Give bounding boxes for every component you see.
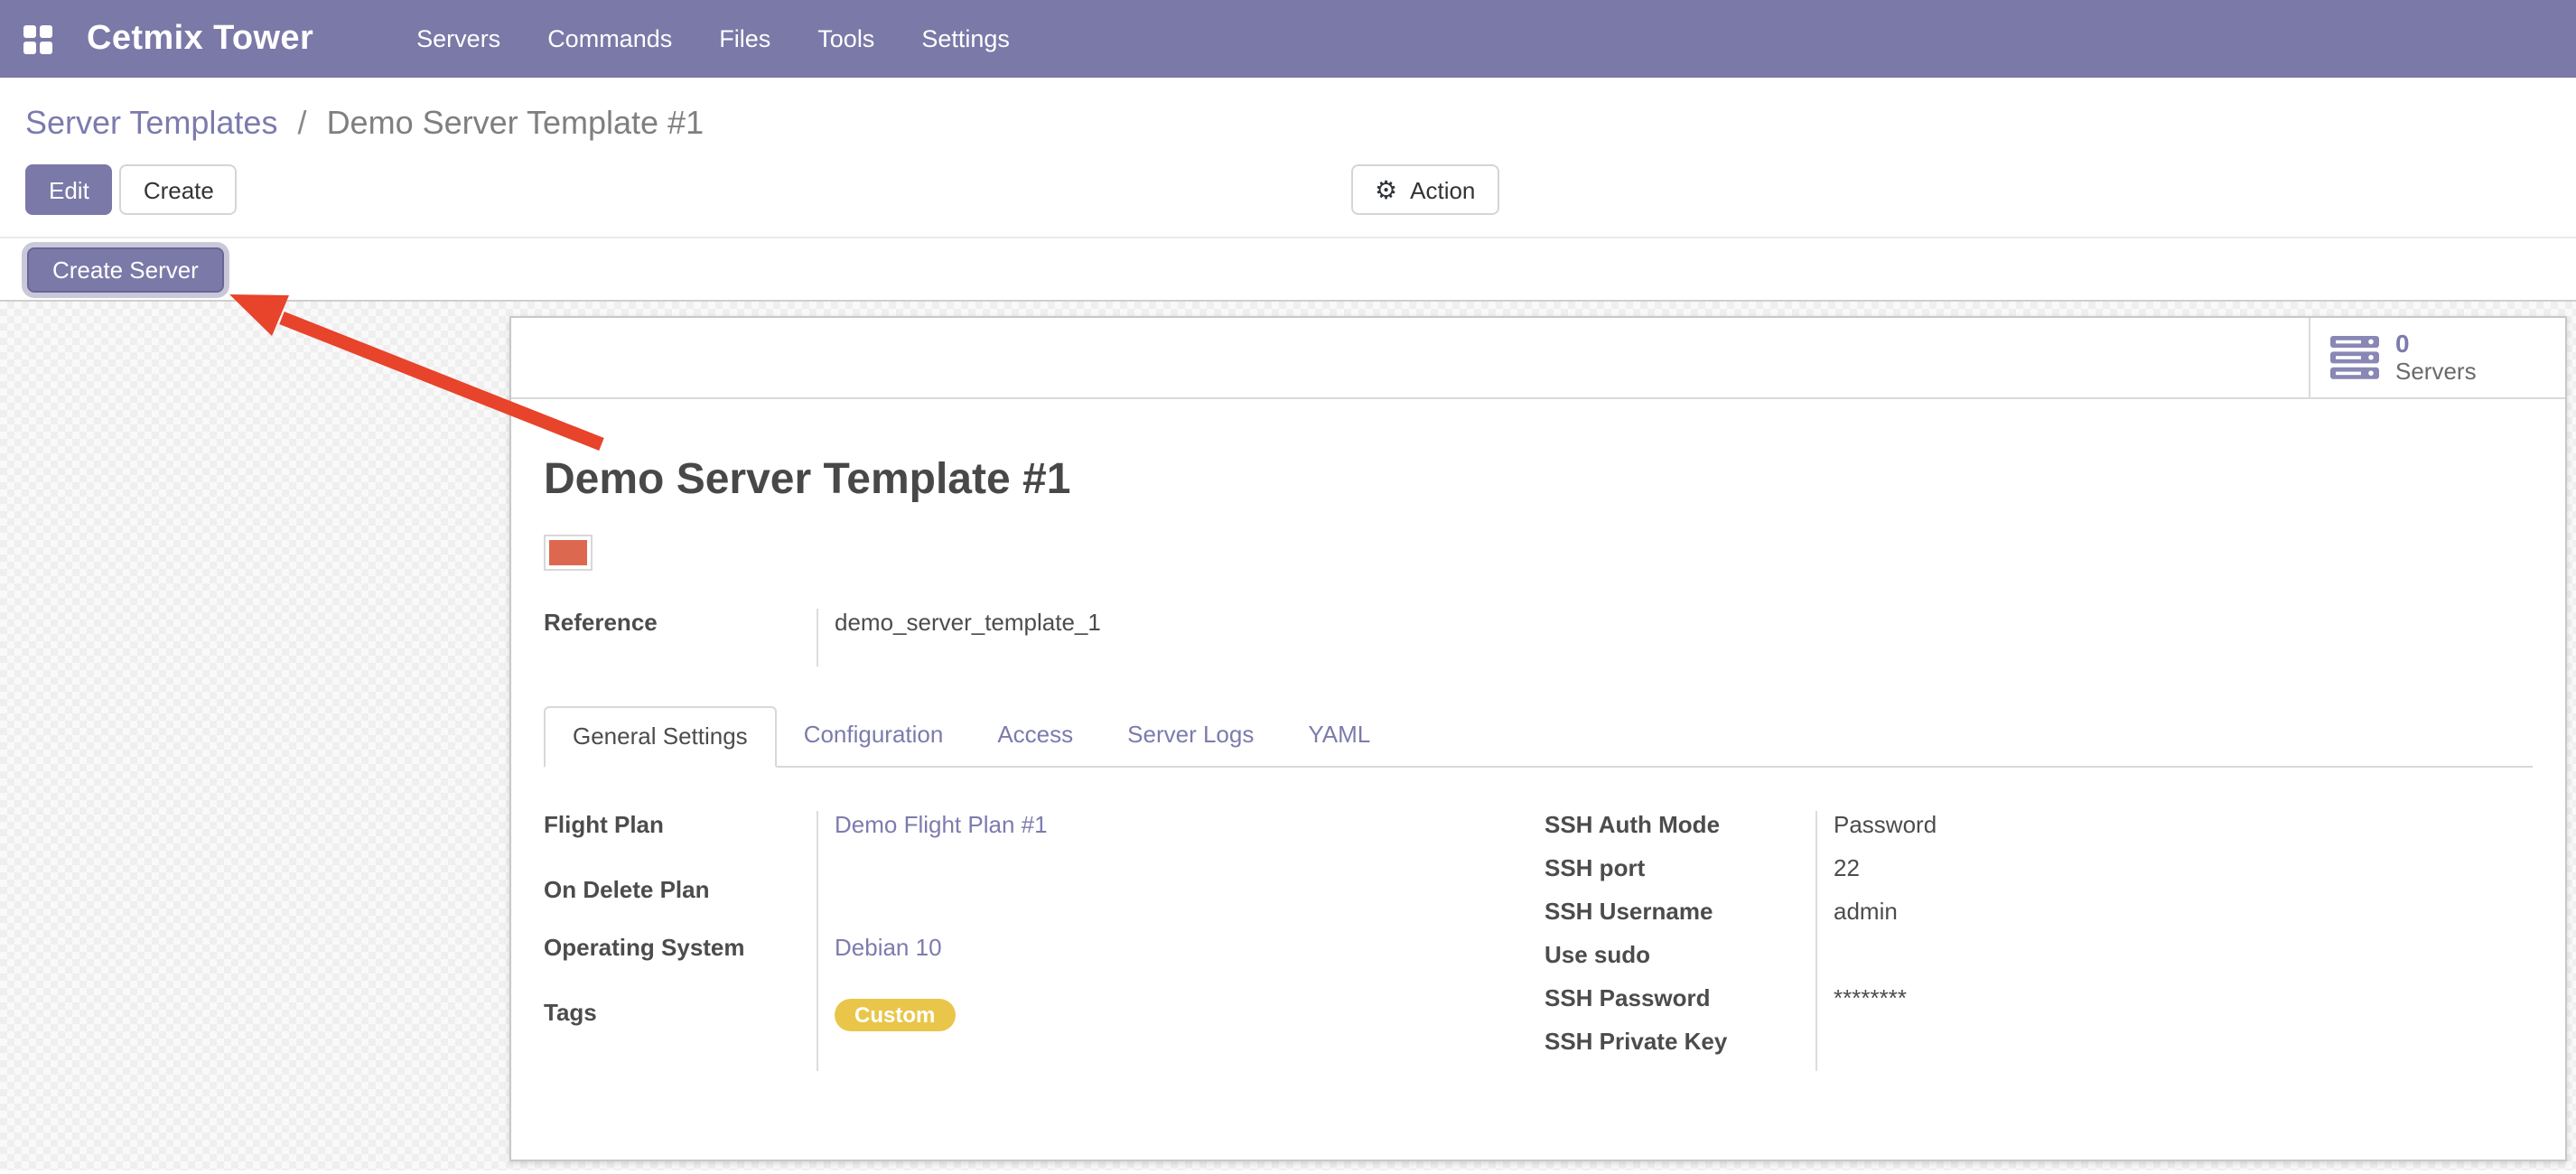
ssh-username-label: SSH Username <box>1545 898 1815 941</box>
stat-label: Servers <box>2395 358 2477 385</box>
use-sudo-value <box>1815 941 2533 984</box>
breadcrumb-current: Demo Server Template #1 <box>327 105 705 141</box>
stat-value: 0 <box>2395 331 2477 358</box>
stat-text: 0 Servers <box>2395 331 2477 385</box>
reference-field-group: Reference demo_server_template_1 <box>544 609 2533 666</box>
ssh-auth-mode-label: SSH Auth Mode <box>1545 811 1815 854</box>
ssh-port-value: 22 <box>1815 854 2533 898</box>
field-groups: Flight Plan Demo Flight Plan #1 On Delet… <box>544 811 2533 1071</box>
servers-icon <box>2330 336 2379 379</box>
on-delete-plan-value <box>817 876 1545 934</box>
apps-menu-icon[interactable] <box>23 24 52 53</box>
flight-plan-label: Flight Plan <box>544 811 817 876</box>
menu-item-commands[interactable]: Commands <box>524 0 695 78</box>
create-button[interactable]: Create <box>120 164 238 215</box>
reference-label: Reference <box>544 609 817 666</box>
left-field-group: Flight Plan Demo Flight Plan #1 On Delet… <box>544 811 1545 1071</box>
flight-plan-value-link[interactable]: Demo Flight Plan #1 <box>835 811 1048 838</box>
tab-server-logs[interactable]: Server Logs <box>1100 706 1281 766</box>
edit-button[interactable]: Edit <box>25 164 113 215</box>
ssh-private-key-label: SSH Private Key <box>1545 1028 1815 1071</box>
action-button-label: Action <box>1410 176 1475 203</box>
breadcrumb: Server Templates / Demo Server Template … <box>25 105 704 143</box>
menu-item-tools[interactable]: Tools <box>794 0 898 78</box>
stat-button-box: 0 Servers <box>511 318 2565 399</box>
tab-configuration[interactable]: Configuration <box>777 706 971 766</box>
action-button[interactable]: ⚙ Action <box>1351 164 1498 215</box>
tab-general-settings[interactable]: General Settings <box>544 706 777 768</box>
edit-create-group: Edit Create <box>25 164 238 215</box>
operating-system-label: Operating System <box>544 934 817 999</box>
record-sheet: 0 Servers Demo Server Template #1 Refere… <box>509 316 2567 1161</box>
tags-label: Tags <box>544 999 817 1071</box>
top-navbar: Cetmix Tower Servers Commands Files Tool… <box>0 0 2576 78</box>
ssh-username-value: admin <box>1815 898 2533 941</box>
create-server-button[interactable]: Create Server <box>27 247 224 292</box>
main-menu: Servers Commands Files Tools Settings <box>393 0 1033 78</box>
ssh-password-value: ******** <box>1815 984 2533 1028</box>
ssh-private-key-value <box>1815 1028 2533 1071</box>
brand-title: Cetmix Tower <box>87 19 313 59</box>
form-view-background: 0 Servers Demo Server Template #1 Refere… <box>0 302 2576 1170</box>
gear-icon: ⚙ <box>1375 177 1397 202</box>
servers-stat-button[interactable]: 0 Servers <box>2309 318 2565 397</box>
reference-value: demo_server_template_1 <box>817 609 2533 666</box>
breadcrumb-parent-link[interactable]: Server Templates <box>25 105 277 141</box>
control-panel: Server Templates / Demo Server Template … <box>0 78 2576 237</box>
record-title: Demo Server Template #1 <box>544 455 2533 506</box>
ssh-port-label: SSH port <box>1545 854 1815 898</box>
operating-system-value-link[interactable]: Debian 10 <box>835 934 942 961</box>
ssh-password-label: SSH Password <box>1545 984 1815 1028</box>
tab-access[interactable]: Access <box>970 706 1100 766</box>
use-sudo-label: Use sudo <box>1545 941 1815 984</box>
tab-yaml[interactable]: YAML <box>1281 706 1397 766</box>
tag-custom-badge[interactable]: Custom <box>835 999 955 1031</box>
object-buttons-toolbar: Create Server <box>0 237 2576 302</box>
menu-item-files[interactable]: Files <box>695 0 794 78</box>
ssh-auth-mode-value: Password <box>1815 811 2533 854</box>
right-field-group: SSH Auth Mode Password SSH port 22 SSH U… <box>1545 811 2533 1071</box>
app-window: Cetmix Tower Servers Commands Files Tool… <box>0 0 2576 1174</box>
on-delete-plan-label: On Delete Plan <box>544 876 817 934</box>
color-swatch[interactable] <box>544 535 593 571</box>
breadcrumb-separator: / <box>298 105 307 141</box>
menu-item-settings[interactable]: Settings <box>898 0 1033 78</box>
notebook-tabs: General Settings Configuration Access Se… <box>544 706 2533 768</box>
menu-item-servers[interactable]: Servers <box>393 0 524 78</box>
sheet-body: Demo Server Template #1 Reference demo_s… <box>511 455 2565 1071</box>
